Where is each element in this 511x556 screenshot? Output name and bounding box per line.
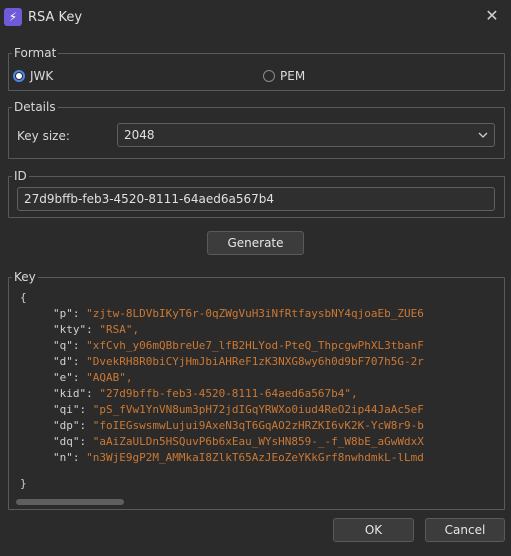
- entry-key: "d":: [53, 355, 87, 368]
- key-entry: "kty": "RSA",: [53, 323, 139, 337]
- id-field[interactable]: 27d9bffb-feb3-4520-8111-64aed6a567b4: [17, 187, 495, 211]
- format-group: Format: [8, 46, 505, 91]
- key-entry: "dq": "aAiZaULDn5HSQuvP6b6xEau_WYsHN859-…: [53, 435, 424, 449]
- entry-key: "q":: [53, 339, 87, 352]
- key-entry: "p": "zjtw-8LDVbIKyT6r-0qZWgVuH3iNfRtfay…: [53, 307, 424, 321]
- entry-key: "qi":: [53, 403, 93, 416]
- key-entry: "d": "DvekRH8R0biCYjHmJbiAHReF1zK3NXG8wy…: [53, 355, 424, 369]
- radio-jwk-label: JWK: [30, 69, 54, 83]
- generate-button[interactable]: Generate: [207, 231, 304, 255]
- cancel-button[interactable]: Cancel: [425, 518, 505, 542]
- entry-key: "dp":: [53, 419, 93, 432]
- id-legend: ID: [14, 169, 27, 183]
- key-size-label: Key size:: [17, 129, 70, 143]
- key-entry: "e": "AQAB",: [53, 371, 132, 385]
- entry-key: "kid":: [53, 387, 100, 400]
- entry-key: "kty":: [53, 323, 100, 336]
- entry-value: "AQAB",: [86, 371, 133, 384]
- entry-value: "zjtw-8LDVbIKyT6r-0qZWgVuH3iNfRtfaysbNY4…: [86, 307, 424, 320]
- key-entry: "n": "n3WjE9gP2M_AMMkaI8ZlkT65AzJEoZeYKk…: [53, 451, 424, 465]
- radio-pem[interactable]: PEM: [263, 68, 305, 84]
- entry-value: "DvekRH8R0biCYjHmJbiAHReF1zK3NXG8wy6h0d9…: [86, 355, 424, 368]
- horizontal-scrollbar[interactable]: [14, 498, 499, 506]
- chevron-down-icon: [478, 124, 488, 153]
- entry-value: "xfCvh_y06mQBbreUe7_lfB2HLYod-PteQ_Thpcg…: [86, 339, 424, 352]
- radio-pem-label: PEM: [280, 69, 306, 83]
- lightning-icon: ⚡: [4, 8, 22, 26]
- title-bar: ⚡ RSA Key ✕: [0, 0, 511, 36]
- entry-value: "n3WjE9gP2M_AMMkaI8ZlkT65AzJEoZeYKkGrf8n…: [86, 451, 424, 464]
- details-legend: Details: [14, 100, 56, 114]
- radio-jwk[interactable]: JWK: [13, 68, 53, 84]
- key-entry: "dp": "foIEGswsmwLujui9AxeN3qT6GqAO2zHRZ…: [53, 419, 424, 433]
- close-icon[interactable]: ✕: [484, 8, 500, 24]
- key-size-value: 2048: [124, 128, 155, 142]
- entry-value: "aAiZaULDn5HSQuvP6b6xEau_WYsHN859-_-f_W8…: [92, 435, 424, 448]
- entry-value: "foIEGswsmwLujui9AxeN3qT6GqAO2zHRZKI6vK2…: [92, 419, 424, 432]
- entry-key: "n":: [53, 451, 87, 464]
- open-brace: {: [20, 291, 27, 304]
- ok-button[interactable]: OK: [333, 518, 414, 542]
- window-title: RSA Key: [28, 10, 83, 25]
- entry-value: "27d9bffb-feb3-4520-8111-64aed6a567b4",: [99, 387, 358, 400]
- key-size-select[interactable]: 2048: [117, 123, 495, 147]
- entry-value: "pS_fVw1YnVN8um3pH72jdIGqYRWXo0iud4ReO2i…: [92, 403, 424, 416]
- entry-key: "e":: [53, 371, 87, 384]
- key-entry: "q": "xfCvh_y06mQBbreUe7_lfB2HLYod-PteQ_…: [53, 339, 424, 353]
- key-editor[interactable]: { "p": "zjtw-8LDVbIKyT6r-0qZWgVuH3iNfRtf…: [12, 286, 499, 496]
- entry-key: "dq":: [53, 435, 93, 448]
- entry-key: "p":: [53, 307, 87, 320]
- key-entry: "kid": "27d9bffb-feb3-4520-8111-64aed6a5…: [53, 387, 358, 401]
- key-entry: "qi": "pS_fVw1YnVN8um3pH72jdIGqYRWXo0iud…: [53, 403, 424, 417]
- scrollbar-thumb[interactable]: [16, 499, 124, 505]
- radio-pem-indicator[interactable]: [263, 70, 275, 82]
- format-legend: Format: [14, 46, 57, 60]
- radio-jwk-indicator[interactable]: [13, 70, 25, 82]
- entry-value: "RSA",: [99, 323, 140, 336]
- close-brace: }: [20, 477, 27, 490]
- key-legend: Key: [14, 270, 36, 284]
